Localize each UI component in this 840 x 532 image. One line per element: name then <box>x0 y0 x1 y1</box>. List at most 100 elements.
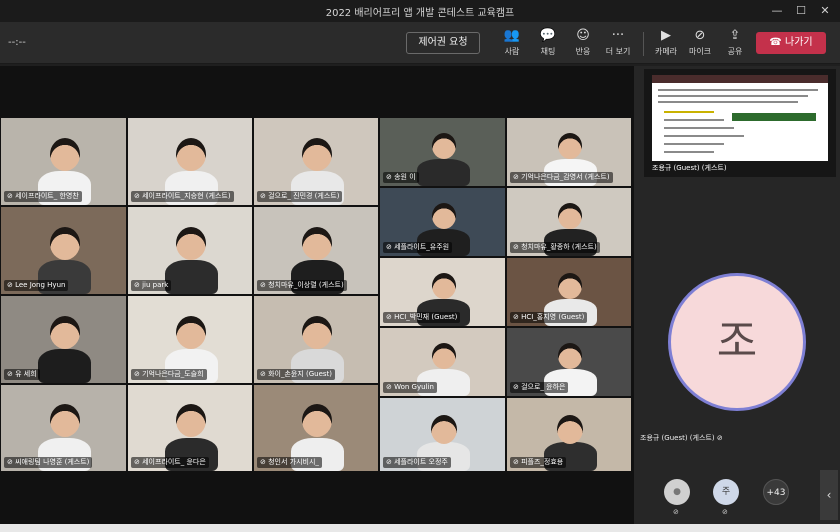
mic-off-icon: ⊘ <box>673 508 679 516</box>
participant-video-tile[interactable]: ⊘ jiu park <box>127 206 253 295</box>
participant-video-tile[interactable]: ⊘ 세플라이트 오정주 <box>379 397 506 472</box>
participant-head <box>558 203 582 229</box>
participant-name: ⊘ 세이프라이트_ 한영찬 <box>4 191 82 202</box>
share-icon: ⇪ <box>729 28 741 43</box>
maximize-icon[interactable]: ☐ <box>790 2 812 20</box>
slide-text-line <box>664 151 714 153</box>
slide-text-line <box>664 143 724 145</box>
phone-icon: ☎ <box>769 37 786 48</box>
participant-head <box>557 415 583 444</box>
participant-name: ⊘ HCI_홍지영 (Guest) <box>510 312 588 323</box>
participant-head <box>432 273 456 299</box>
participant-name: ⊘ 화이_손윤지 (Guest) <box>257 369 336 380</box>
meeting-timer: --:-- <box>8 37 26 48</box>
participant-name: ⊘ jiu park <box>131 280 172 291</box>
participant-video-tile[interactable]: ⊘ 송원 이 <box>379 117 506 187</box>
participant-video-tile[interactable]: ⊘ 기억나은다금_감영서 (게스트) <box>506 117 632 187</box>
participant-name: ⊘ 유 세희 <box>4 369 40 380</box>
avatar[interactable]: 조 <box>668 273 806 411</box>
participant-head <box>432 343 456 369</box>
participant-video-tile[interactable]: ⊘ Lee Jong Hyun <box>0 206 127 295</box>
participant-name: ⊘ 걸으로_ 진민경 (게스트) <box>257 191 343 202</box>
mic-button[interactable]: ⊘ 마이크 <box>682 28 718 60</box>
people-icon: 👥 <box>503 28 521 43</box>
leave-button[interactable]: ☎ 나가기 <box>756 32 826 54</box>
participant-video-tile[interactable]: ⊘ 걸으로_ 윤하은 <box>506 327 632 397</box>
participant-avatar[interactable]: 주 <box>713 479 739 505</box>
participant-head <box>432 133 456 159</box>
participant-video-tile[interactable]: ⊘ 청치마유_황종하 (게스트) <box>506 187 632 257</box>
participant-name: ⊘ 송원 이 <box>383 172 419 183</box>
chevron-left-icon[interactable]: ‹ <box>820 470 838 520</box>
participant-video-tile[interactable]: ⊘ 화이_손윤지 (Guest) <box>253 295 379 384</box>
participant-video-tile[interactable]: ⊘ Won Gyulin <box>379 327 506 397</box>
participant-video-tile[interactable]: ⊘ 걸으로_ 진민경 (게스트) <box>253 117 379 206</box>
participant-head <box>431 415 457 444</box>
slide-button-block <box>732 113 816 121</box>
reaction-icon: ☺ <box>576 28 590 43</box>
minimize-icon[interactable]: — <box>766 2 788 20</box>
participant-name: ⊘ 청인서 가시비시_ <box>257 457 322 468</box>
participant-video-tile[interactable]: ⊘ HCI_홍지영 (Guest) <box>506 257 632 327</box>
slide-text-line <box>658 89 818 91</box>
participant-name: ⊘ Won Gyulin <box>383 382 437 393</box>
more-icon: ··· <box>611 28 625 43</box>
participant-figure <box>165 260 218 294</box>
participant-video-tile[interactable]: ⊘ 씨애링팀 나영훈 (게스트) <box>0 384 127 472</box>
people-button[interactable]: 👥 사람 <box>494 28 530 60</box>
participant-head <box>432 203 456 229</box>
slide-text-line <box>664 119 724 121</box>
person-icon: ● <box>673 487 681 497</box>
chat-icon: 💬 <box>539 28 557 43</box>
participant-video-tile[interactable]: ⊘ 세이프라이트_지승현 (게스트) <box>127 117 253 206</box>
participant-head <box>558 343 582 369</box>
participant-video-tile[interactable]: ⊘ HCI_박민재 (Guest) <box>379 257 506 327</box>
share-owner-label: 조용규 (Guest) (게스트) <box>652 164 727 172</box>
participant-video-tile[interactable]: ⊘ 세이프라이트_ 한영찬 <box>0 117 127 206</box>
slide-text-line <box>664 135 744 137</box>
slide-highlight <box>664 111 714 113</box>
slide-text-line <box>658 101 798 103</box>
participant-head <box>558 273 582 299</box>
participant-head <box>302 404 332 437</box>
participant-video-tile[interactable]: ⊘ 세플라이트_유주원 <box>379 187 506 257</box>
overflow-count[interactable]: +43 <box>763 479 789 505</box>
participant-name: ⊘ 청치마유_황종하 (게스트) <box>510 242 600 253</box>
mic-off-icon: ⊘ <box>722 508 728 516</box>
shared-slide <box>652 75 828 161</box>
participant-head <box>50 138 80 171</box>
reaction-button[interactable]: ☺ 반응 <box>565 28 601 60</box>
camera-button[interactable]: ▶ 카메라 <box>648 28 684 60</box>
participant-video-tile[interactable]: ⊘ 청치마유_이상렬 (게스트) <box>253 206 379 295</box>
participant-video-tile[interactable]: ⊘ 유 세희 <box>0 295 127 384</box>
participant-video-tile[interactable]: ⊘ 피플즈_정효용 <box>506 397 632 472</box>
participant-name: ⊘ 세이프라이트_ 윤다은 <box>131 457 209 468</box>
participant-name: ⊘ 청치마유_이상렬 (게스트) <box>257 280 347 291</box>
chat-button[interactable]: 💬 채팅 <box>530 28 566 60</box>
taskbar-strip <box>0 524 840 532</box>
participant-name: ⊘ 기억나은다금_감영서 (게스트) <box>510 172 613 183</box>
participant-video-tile[interactable]: ⊘ 기억나은다금_도슬희 <box>127 295 253 384</box>
toolbar-divider <box>643 32 644 56</box>
share-button[interactable]: ⇪ 공유 <box>717 28 753 60</box>
participant-head <box>50 404 80 437</box>
window-titlebar: 2022 배리어프리 앱 개발 콘테스트 교육캠프 — ☐ ✕ <box>0 0 840 22</box>
slide-text-line <box>664 127 734 129</box>
participant-head <box>176 316 206 349</box>
participant-figure <box>417 159 470 186</box>
participant-head <box>176 227 206 260</box>
participant-avatar[interactable]: ● <box>664 479 690 505</box>
participant-name: ⊘ 씨애링팀 나영훈 (게스트) <box>4 457 93 468</box>
participant-head <box>302 227 332 260</box>
more-button[interactable]: ··· 더 보기 <box>600 28 636 60</box>
participant-video-tile[interactable]: ⊘ 청인서 가시비시_ <box>253 384 379 472</box>
avatar-name: 조용규 (Guest) (게스트) ⊘ <box>640 434 723 442</box>
meeting-toolbar: --:-- 제어권 요청 👥 사람 💬 채팅 ☺ 반응 ··· 더 보기 ▶ 카… <box>0 22 840 64</box>
close-icon[interactable]: ✕ <box>814 2 836 20</box>
participant-head <box>558 133 582 159</box>
video-gallery: ⊘ 세이프라이트_ 한영찬 ⊘ 세이프라이트_지승현 (게스트) ⊘ 걸으로_ 진민… <box>0 66 634 524</box>
request-control-button[interactable]: 제어권 요청 <box>406 32 480 54</box>
screen-share-tile[interactable]: 조용규 (Guest) (게스트) <box>644 69 836 177</box>
participant-video-tile[interactable]: ⊘ 세이프라이트_ 윤다은 <box>127 384 253 472</box>
participant-name: ⊘ Lee Jong Hyun <box>4 280 69 291</box>
